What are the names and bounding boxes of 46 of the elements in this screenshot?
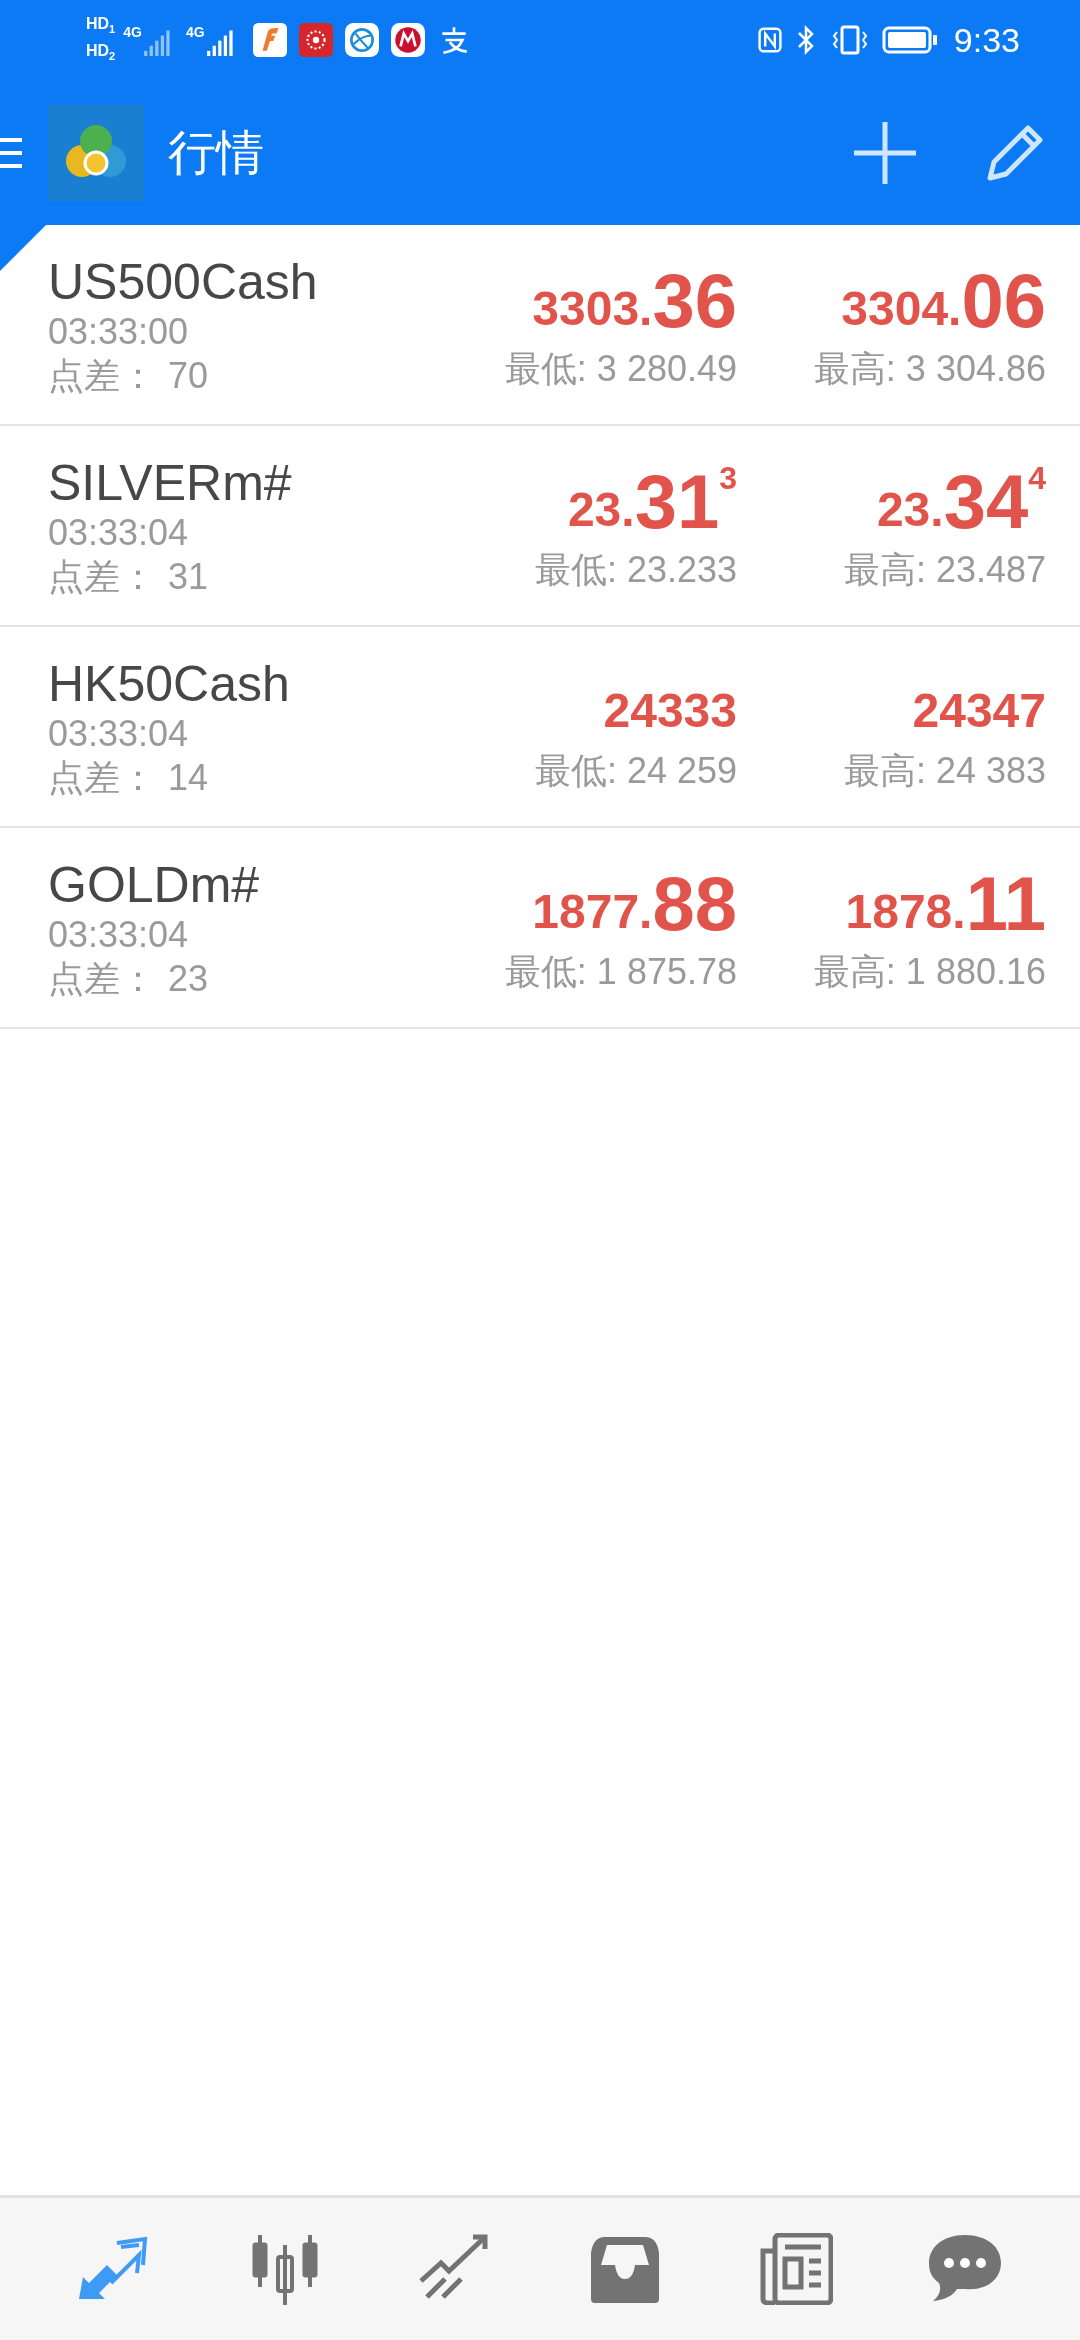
quote-row[interactable]: GOLDm# 03:33:04 点差： 23 1877.88 最低: 1 875.78 1878.11 最高: 1 880.16 — [0, 828, 1080, 1029]
ask-price: 3304.06 — [841, 256, 1046, 339]
bid-price: 3303.36 — [532, 256, 737, 339]
high-price: 最高: 3 304.86 — [813, 346, 1046, 391]
clock: 9:33 — [953, 20, 1020, 60]
spread-label: 点差： — [48, 956, 156, 1001]
low-price: 最低: 3 280.49 — [504, 346, 737, 391]
high-price: 最高: 23.487 — [843, 547, 1046, 592]
symbol-name: GOLDm# — [48, 856, 261, 913]
app-icon — [298, 23, 333, 57]
quote-row[interactable]: HK50Cash 03:33:04 点差： 14 24333 最低: 24 259 24347 最高: 24 383 — [0, 627, 1080, 828]
network-label: 4G — [123, 24, 142, 40]
spread-label: 点差： — [48, 755, 156, 800]
spread-value: 70 — [168, 353, 209, 398]
screen-title: 行情 — [168, 124, 264, 181]
quote-time: 03:33:04 — [48, 711, 190, 756]
quote-time: 03:33:04 — [48, 912, 190, 957]
globe-icon — [344, 23, 379, 57]
signal-icon — [206, 30, 235, 56]
hd-indicator: HD$_{1}$ — [86, 13, 116, 37]
symbol-name: HK50Cash — [48, 655, 291, 712]
ask-price: 24347 — [912, 682, 1046, 739]
spread-value: 23 — [168, 956, 209, 1001]
bid-price: 1877.88 — [532, 859, 737, 942]
high-price: 最高: 1 880.16 — [813, 949, 1046, 994]
quote-time: 03:33:04 — [48, 510, 190, 555]
spread-value: 14 — [168, 755, 209, 800]
spread-label: 点差： — [48, 554, 156, 599]
bid-price: 24333 — [603, 682, 737, 739]
spread-label: 点差： — [48, 353, 156, 398]
low-price: 最低: 23.233 — [534, 547, 737, 592]
hd-indicator: HD$_{2}$ — [86, 41, 116, 65]
spread-value: 31 — [168, 554, 209, 599]
high-price: 最高: 24 383 — [843, 748, 1046, 793]
low-price: 最低: 24 259 — [534, 748, 737, 793]
symbol-name: SILVERm# — [48, 454, 293, 511]
ask-price: 1878.11 — [845, 859, 1046, 942]
low-price: 最低: 1 875.78 — [504, 949, 737, 994]
battery-icon — [881, 26, 938, 54]
menu-icon[interactable] — [0, 135, 22, 170]
signal-icon — [143, 30, 172, 56]
quote-time: 03:33:00 — [48, 309, 190, 354]
network-label: 4G — [185, 24, 205, 40]
app-icon — [252, 23, 287, 57]
symbol-name: US500Cash — [48, 253, 319, 310]
quote-row[interactable]: US500Cash 03:33:00 点差： 70 3303.36 最低: 3 280.49 3304.06 最高: 3 304.86 — [0, 225, 1080, 426]
